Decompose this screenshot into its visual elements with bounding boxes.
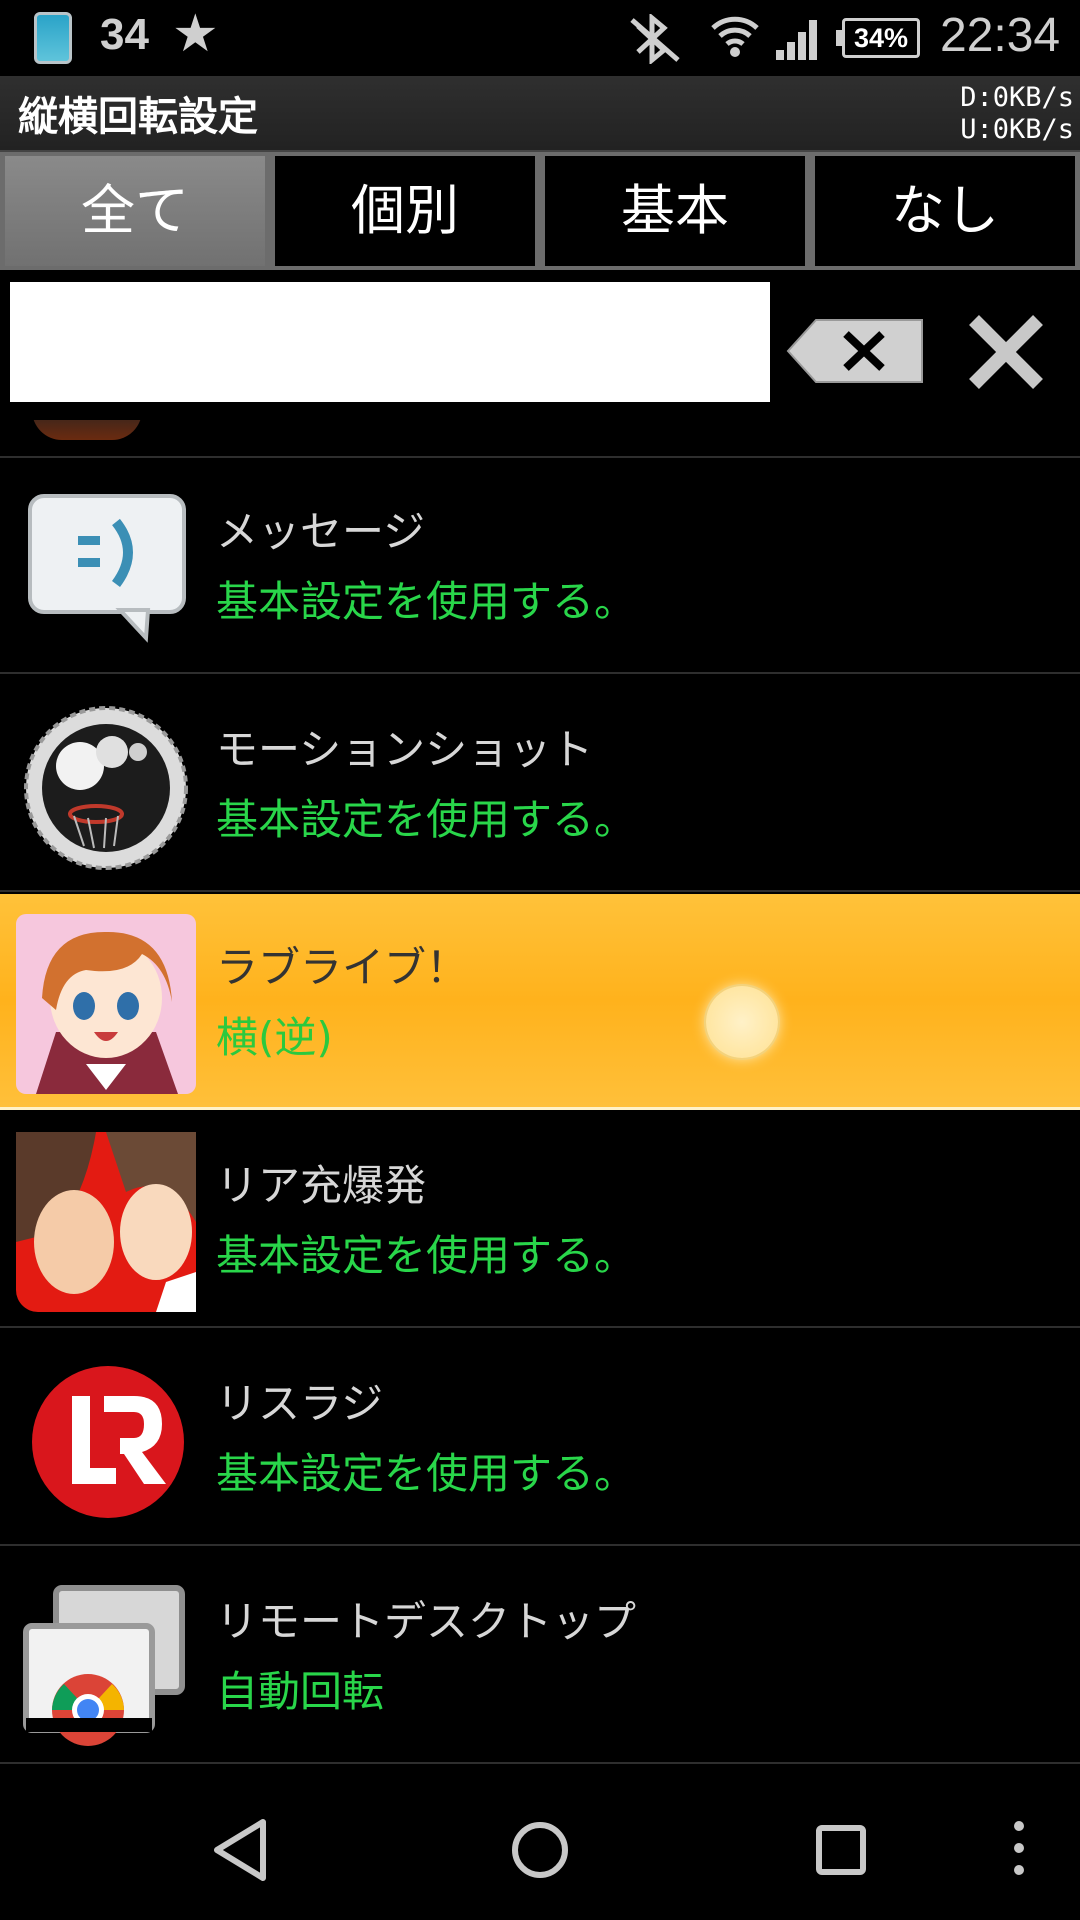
tab-individual[interactable]: 個別	[275, 156, 535, 266]
status-bar: 34 ★ 34% 22:34	[0, 0, 1080, 76]
list-item-selected[interactable]: ラブライブ！ 横(逆)	[0, 894, 1080, 1110]
network-speed: D:0KB/s U:0KB/s	[960, 82, 1074, 146]
overflow-menu-icon[interactable]	[945, 1770, 1045, 1920]
love-live-icon	[16, 914, 196, 1094]
list-item[interactable]: リスラジ 基本設定を使用する。	[0, 1330, 1080, 1546]
app-setting: 基本設定を使用する。	[216, 795, 637, 844]
navigation-bar	[0, 1770, 1080, 1920]
app-icon	[32, 420, 142, 440]
lisradi-icon	[32, 1366, 184, 1518]
wifi-icon	[711, 16, 759, 57]
search-bar	[0, 270, 1080, 420]
battery-icon: 34%	[836, 18, 920, 58]
app-name: リモートデスクトップ	[216, 1597, 637, 1646]
app-setting: 基本設定を使用する。	[216, 577, 637, 626]
search-input[interactable]	[10, 282, 770, 402]
notification-count: 34	[100, 10, 149, 59]
tab-all[interactable]: 全て	[5, 156, 265, 266]
close-icon[interactable]	[966, 312, 1046, 392]
remote-desktop-icon	[23, 1585, 185, 1746]
list-item[interactable]: リモートデスクトップ 自動回転	[0, 1548, 1080, 1764]
app-setting: 横(逆)	[216, 1013, 333, 1062]
motion-shot-icon	[24, 706, 188, 870]
list-item[interactable]: モーションショット 基本設定を使用する。	[0, 676, 1080, 892]
backspace-icon[interactable]	[786, 318, 924, 384]
title-bar: 縦横回転設定 D:0KB/s U:0KB/s	[0, 76, 1080, 152]
riajuu-icon	[16, 1132, 196, 1312]
app-setting: 基本設定を使用する。	[216, 1449, 637, 1498]
clock: 22:34	[940, 9, 1061, 62]
page-title: 縦横回転設定	[18, 94, 258, 140]
tab-none[interactable]: なし	[815, 156, 1075, 266]
back-icon[interactable]	[165, 1770, 315, 1920]
touch-indicator	[706, 986, 778, 1058]
signal-icon	[776, 20, 817, 60]
app-name: メッセージ	[216, 507, 426, 556]
app-list[interactable]: メッセージ 基本設定を使用する。 モーションショット 基本設定を使用する。 ラブ…	[0, 420, 1080, 1770]
app-name: リスラジ	[216, 1379, 384, 1428]
bluetooth-off-icon	[630, 14, 680, 64]
app-name: ラブライブ！	[216, 943, 469, 992]
app-name: リア充爆発	[216, 1161, 427, 1210]
star-icon: ★	[172, 4, 219, 64]
message-icon	[28, 494, 186, 643]
app-name: モーションショット	[216, 725, 594, 774]
phone-icon	[34, 12, 72, 64]
app-setting: 基本設定を使用する。	[216, 1231, 637, 1280]
list-item[interactable]: リア充爆発 基本設定を使用する。	[0, 1112, 1080, 1328]
list-item[interactable]	[0, 420, 1080, 458]
upload-speed: U:0KB/s	[960, 114, 1074, 145]
tab-basic[interactable]: 基本	[545, 156, 805, 266]
app-setting: 自動回転	[216, 1667, 385, 1716]
list-item[interactable]: メッセージ 基本設定を使用する。	[0, 458, 1080, 674]
download-speed: D:0KB/s	[960, 82, 1074, 113]
filter-tabs: 全て 個別 基本 なし	[0, 152, 1080, 270]
home-icon[interactable]	[465, 1770, 615, 1920]
recents-icon[interactable]	[765, 1770, 915, 1920]
